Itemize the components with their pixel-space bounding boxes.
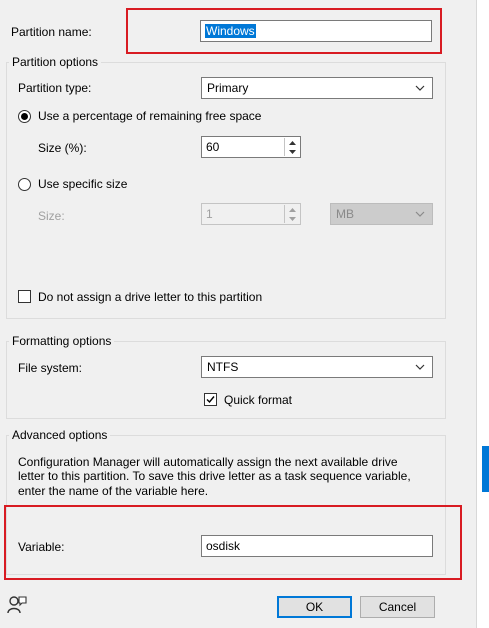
no-drive-letter-checkbox[interactable] bbox=[18, 290, 31, 303]
partition-options-title: Partition options bbox=[9, 55, 102, 69]
cancel-button[interactable]: Cancel bbox=[360, 596, 435, 618]
file-system-value: NTFS bbox=[207, 360, 239, 374]
size-unit-value: MB bbox=[336, 207, 354, 221]
size-stepper[interactable]: 1 bbox=[201, 203, 301, 225]
size-percent-stepper[interactable]: 60 bbox=[201, 136, 301, 158]
no-drive-letter-label: Do not assign a drive letter to this par… bbox=[38, 290, 263, 304]
radio-percentage-label: Use a percentage of remaining free space bbox=[38, 109, 262, 123]
highlight-variable bbox=[4, 505, 462, 580]
chevron-down-icon bbox=[415, 364, 425, 370]
quick-format-checkbox[interactable] bbox=[204, 393, 217, 406]
radio-specific-size[interactable] bbox=[18, 178, 31, 191]
partition-type-label: Partition type: bbox=[18, 81, 92, 95]
formatting-options-group bbox=[6, 341, 446, 419]
highlight-partition-name bbox=[126, 8, 442, 54]
advanced-description-line1: Configuration Manager will automatically… bbox=[18, 455, 398, 469]
partition-type-value: Primary bbox=[207, 81, 249, 95]
radio-percentage[interactable] bbox=[18, 110, 31, 123]
background-window-accent bbox=[482, 446, 489, 492]
ok-button[interactable]: OK bbox=[277, 596, 352, 618]
quick-format-label: Quick format bbox=[224, 393, 293, 407]
advanced-description-line3: enter the name of the variable here. bbox=[18, 484, 209, 498]
advanced-description-line2: letter to this partition. To save this d… bbox=[18, 469, 411, 483]
size-unit-select[interactable]: MB bbox=[330, 203, 433, 225]
radio-specific-size-label: Use specific size bbox=[38, 177, 128, 191]
stepper-arrows-icon[interactable] bbox=[284, 138, 299, 156]
file-system-label: File system: bbox=[18, 361, 83, 375]
partition-type-select[interactable]: Primary bbox=[201, 77, 433, 99]
chevron-down-icon bbox=[415, 211, 425, 217]
background-window-edge bbox=[476, 0, 489, 628]
help-person-icon[interactable] bbox=[6, 594, 28, 616]
size-percent-label: Size (%): bbox=[38, 141, 87, 155]
file-system-select[interactable]: NTFS bbox=[201, 356, 433, 378]
checkmark-icon bbox=[206, 396, 215, 404]
size-label: Size: bbox=[38, 209, 65, 223]
size-percent-value: 60 bbox=[206, 140, 220, 154]
stepper-arrows-icon[interactable] bbox=[284, 205, 299, 223]
formatting-options-title: Formatting options bbox=[9, 334, 115, 348]
chevron-down-icon bbox=[415, 85, 425, 91]
size-value: 1 bbox=[206, 207, 213, 221]
advanced-options-title: Advanced options bbox=[9, 428, 111, 442]
partition-name-label: Partition name: bbox=[11, 25, 92, 39]
